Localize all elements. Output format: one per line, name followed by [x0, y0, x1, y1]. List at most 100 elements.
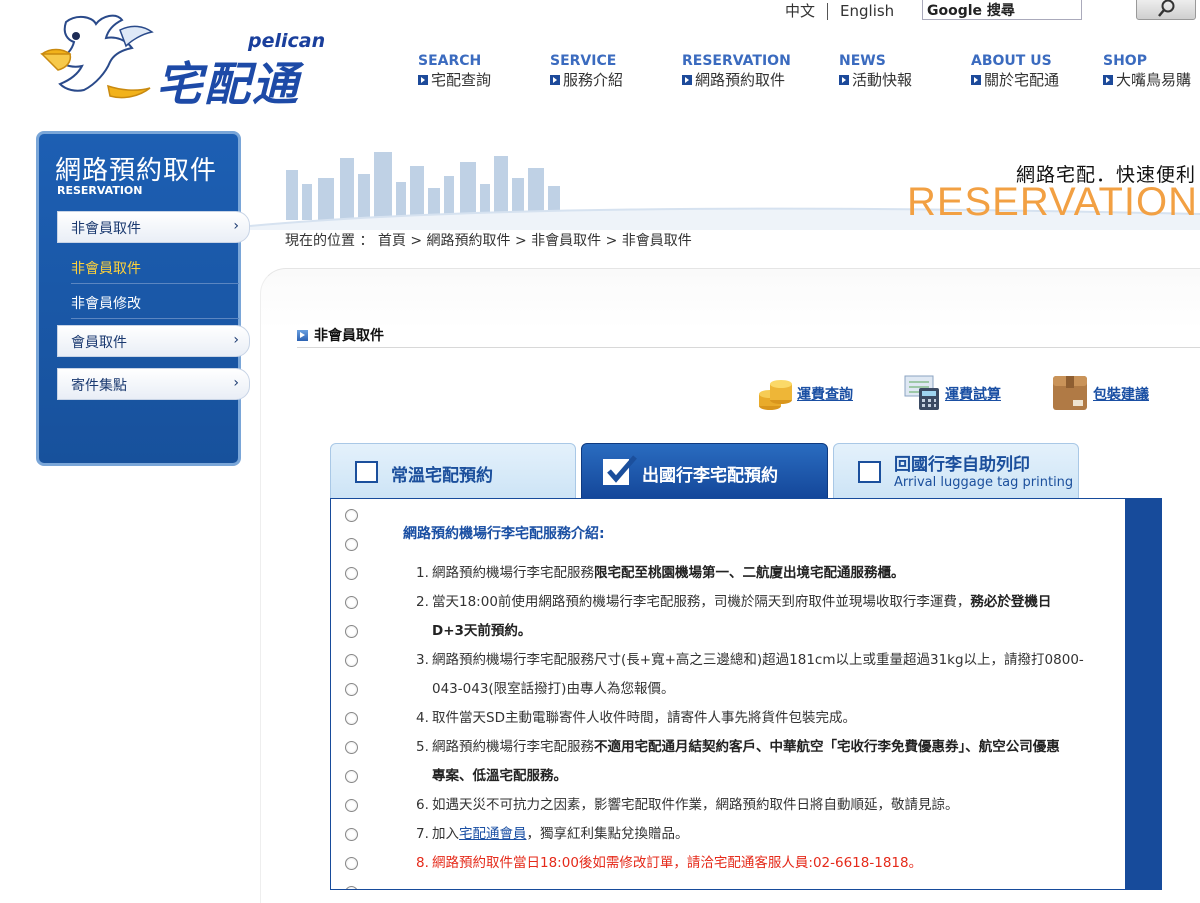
arrow-box-icon: [418, 75, 428, 85]
sidebar-item-nonmember-pickup[interactable]: 非會員取件 ›: [57, 211, 250, 243]
pelican-bird-icon: [40, 14, 154, 99]
nav-about-zh: 關於宅配通: [984, 71, 1060, 89]
notice-item-1: 1. 網路預約機場行李宅配服務限宅配至桃園機場第一、二航廈出境宅配通服務櫃。: [416, 559, 1124, 588]
nav-service[interactable]: SERVICE 服務介紹: [550, 52, 623, 90]
item-text-bold: 不適用宅配通月結契約客戶、中華航空「宅收行李免費優惠券」、航空公司優惠: [594, 739, 1060, 755]
checkbox-checked-icon: [603, 455, 637, 485]
notice-item-6: 6. 如遇天災不可抗力之因素，影響宅配取件作業，網路預約取件日將自動順延，敬請見諒…: [416, 791, 1124, 820]
notice-item-7: 7. 加入宅配通會員，獨享紅利集點兌換贈品。: [416, 820, 1124, 849]
sidebar-item-label: 寄件集點: [71, 378, 127, 394]
chevron-right-icon: ›: [233, 218, 239, 234]
item-number: 6.: [416, 797, 429, 813]
sidebar-divider: [71, 283, 239, 284]
item-text-bold: 務必於登機日: [970, 594, 1052, 610]
nav-service-en: SERVICE: [550, 53, 617, 69]
binder-ring-icon: [345, 857, 358, 870]
binder-ring-icon: [345, 770, 358, 783]
sidebar-subitem-nonmember-pickup[interactable]: 非會員取件: [71, 258, 246, 278]
item-number: 3.: [416, 652, 429, 668]
chevron-right-icon: ›: [233, 375, 239, 391]
notice-side-bar: [1125, 499, 1161, 889]
box-icon: [1053, 376, 1087, 410]
pelican-logo[interactable]: pelican 宅配通: [36, 10, 356, 111]
sidebar-title: 網路預約取件: [55, 156, 218, 186]
nav-news[interactable]: NEWS 活動快報: [839, 52, 912, 90]
banner-reservation-word: RESERVATION: [906, 180, 1198, 224]
arrow-box-icon: [550, 75, 560, 85]
tab-arrival-luggage[interactable]: 回國行李自助列印 Arrival luggage tag printing: [833, 443, 1079, 499]
item-text: 當天18:00前使用網路預約機場行李宅配服務，司機於隔天到府取件並現場收取行李運…: [432, 594, 971, 610]
notice-box: 網路預約機場行李宅配服務介紹: 1. 網路預約機場行李宅配服務限宅配至桃園機場第一…: [330, 498, 1162, 890]
nav-service-zh: 服務介紹: [563, 71, 624, 89]
tab-outbound-luggage[interactable]: 出國行李宅配預約: [581, 443, 828, 499]
rate-calc-link[interactable]: 運費試算: [945, 384, 1001, 404]
nav-reservation[interactable]: RESERVATION 網路預約取件: [682, 52, 791, 90]
binder-ring-icon: [345, 567, 358, 580]
item-number: 1.: [416, 565, 429, 581]
item-text: 加入: [432, 826, 459, 842]
breadcrumb: 現在的位置 ： 首頁 > 網路預約取件 > 非會員取件 > 非會員取件: [285, 233, 692, 249]
notice-item-5: 5. 網路預約機場行李宅配服務不適用宅配通月結契約客戶、中華航空「宅收行李免費優惠…: [416, 733, 1124, 762]
tab-label: 常溫宅配預約: [391, 466, 493, 486]
rate-lookup-link[interactable]: 運費查詢: [797, 384, 853, 404]
arrow-box-icon: [682, 75, 692, 85]
binder-ring-icon: [345, 538, 358, 551]
tab-label: 回國行李自助列印: [894, 455, 1030, 475]
nav-search-en: SEARCH: [418, 53, 482, 69]
notice-title: 網路預約機場行李宅配服務介紹:: [403, 526, 605, 542]
rate-lookup-tool[interactable]: 運費查詢: [757, 372, 857, 412]
binder-ring-icon: [345, 741, 358, 754]
sidebar-item-member-pickup[interactable]: 會員取件 ›: [57, 325, 250, 357]
page-banner: 網路宅配．快速便利 RESERVATION: [250, 120, 1200, 230]
item-text: 取件當天SD主動電聯寄件人收件時間，請寄件人事先將貨件包裝完成。: [432, 710, 856, 726]
binder-ring-icon: [345, 683, 358, 696]
item-number: 8.: [416, 855, 429, 871]
item-text: ，獨享紅利集點兌換贈品。: [526, 826, 689, 842]
binder-ring-icon: [345, 509, 358, 522]
binder-ring-icon: [345, 596, 358, 609]
notice-item-3: 3. 網路預約機場行李宅配服務尺寸(長+寬+高之三邊總和)超過181cm以上或重量…: [416, 646, 1124, 675]
item-text-bold: 限宅配至桃園機場第一、二航廈出境宅配通服務櫃。: [594, 565, 905, 581]
notice-item-3-cont: 043-043(限室話撥打)由專人為您報價。: [416, 675, 1124, 704]
item-number: 5.: [416, 739, 429, 755]
sidebar-item-label: 會員取件: [71, 335, 127, 351]
nav-shop-en: SHOP: [1103, 53, 1147, 69]
top-header: pelican 宅配通 中文 English Google 搜尋 SEARCH 宅…: [0, 0, 1200, 120]
coins-icon: [759, 380, 792, 410]
tab-label: 出國行李宅配預約: [642, 466, 778, 486]
checkbox-empty-icon: [858, 461, 881, 483]
member-signup-link[interactable]: 宅配通會員: [459, 826, 527, 842]
nav-about[interactable]: ABOUT US 關於宅配通: [971, 52, 1059, 90]
nav-shop[interactable]: SHOP 大嘴鳥易購: [1103, 52, 1191, 90]
sidebar-subitem-nonmember-modify[interactable]: 非會員修改: [71, 293, 246, 313]
packing-link[interactable]: 包裝建議: [1093, 384, 1149, 404]
sidebar-menu: 非會員取件 › 非會員取件 非會員修改 會員取件 › 寄件集點 ›: [53, 211, 250, 479]
google-search-input[interactable]: Google 搜尋: [922, 0, 1082, 20]
arrow-box-icon: [839, 75, 849, 85]
sidebar-divider: [71, 318, 239, 319]
item-number: 2.: [416, 594, 429, 610]
sidebar-item-points[interactable]: 寄件集點 ›: [57, 368, 250, 400]
search-button[interactable]: [1136, 0, 1196, 20]
section-title: 非會員取件: [297, 325, 384, 345]
sidebar: 網路預約取件 RESERVATION 非會員取件 › 非會員取件 非會員修改 會…: [36, 131, 250, 466]
packing-tool[interactable]: 包裝建議: [1051, 372, 1161, 412]
rate-calc-tool[interactable]: 運費試算: [903, 372, 1013, 412]
item-number: 4.: [416, 710, 429, 726]
lang-english-link[interactable]: English: [840, 2, 894, 20]
binder-ring-icon: [345, 828, 358, 841]
nav-search-zh: 宅配查詢: [431, 71, 492, 89]
notice-item-5-cont: 專案、低溫宅配服務。: [416, 762, 1124, 791]
nav-reservation-en: RESERVATION: [682, 53, 791, 69]
lang-chinese-link[interactable]: 中文: [785, 2, 815, 20]
tab-normal-delivery[interactable]: 常溫宅配預約: [330, 443, 576, 499]
arrow-box-icon: [297, 330, 308, 341]
lang-divider: [827, 3, 829, 20]
binder-ring-icon: [345, 886, 358, 889]
item-number: 7.: [416, 826, 429, 842]
notice-item-2-cont: D+3天前預約。: [416, 617, 1124, 646]
sidebar-subtitle: RESERVATION: [57, 184, 143, 197]
binder-ring-icon: [345, 654, 358, 667]
nav-search[interactable]: SEARCH 宅配查詢: [418, 52, 491, 90]
nav-news-en: NEWS: [839, 53, 886, 69]
